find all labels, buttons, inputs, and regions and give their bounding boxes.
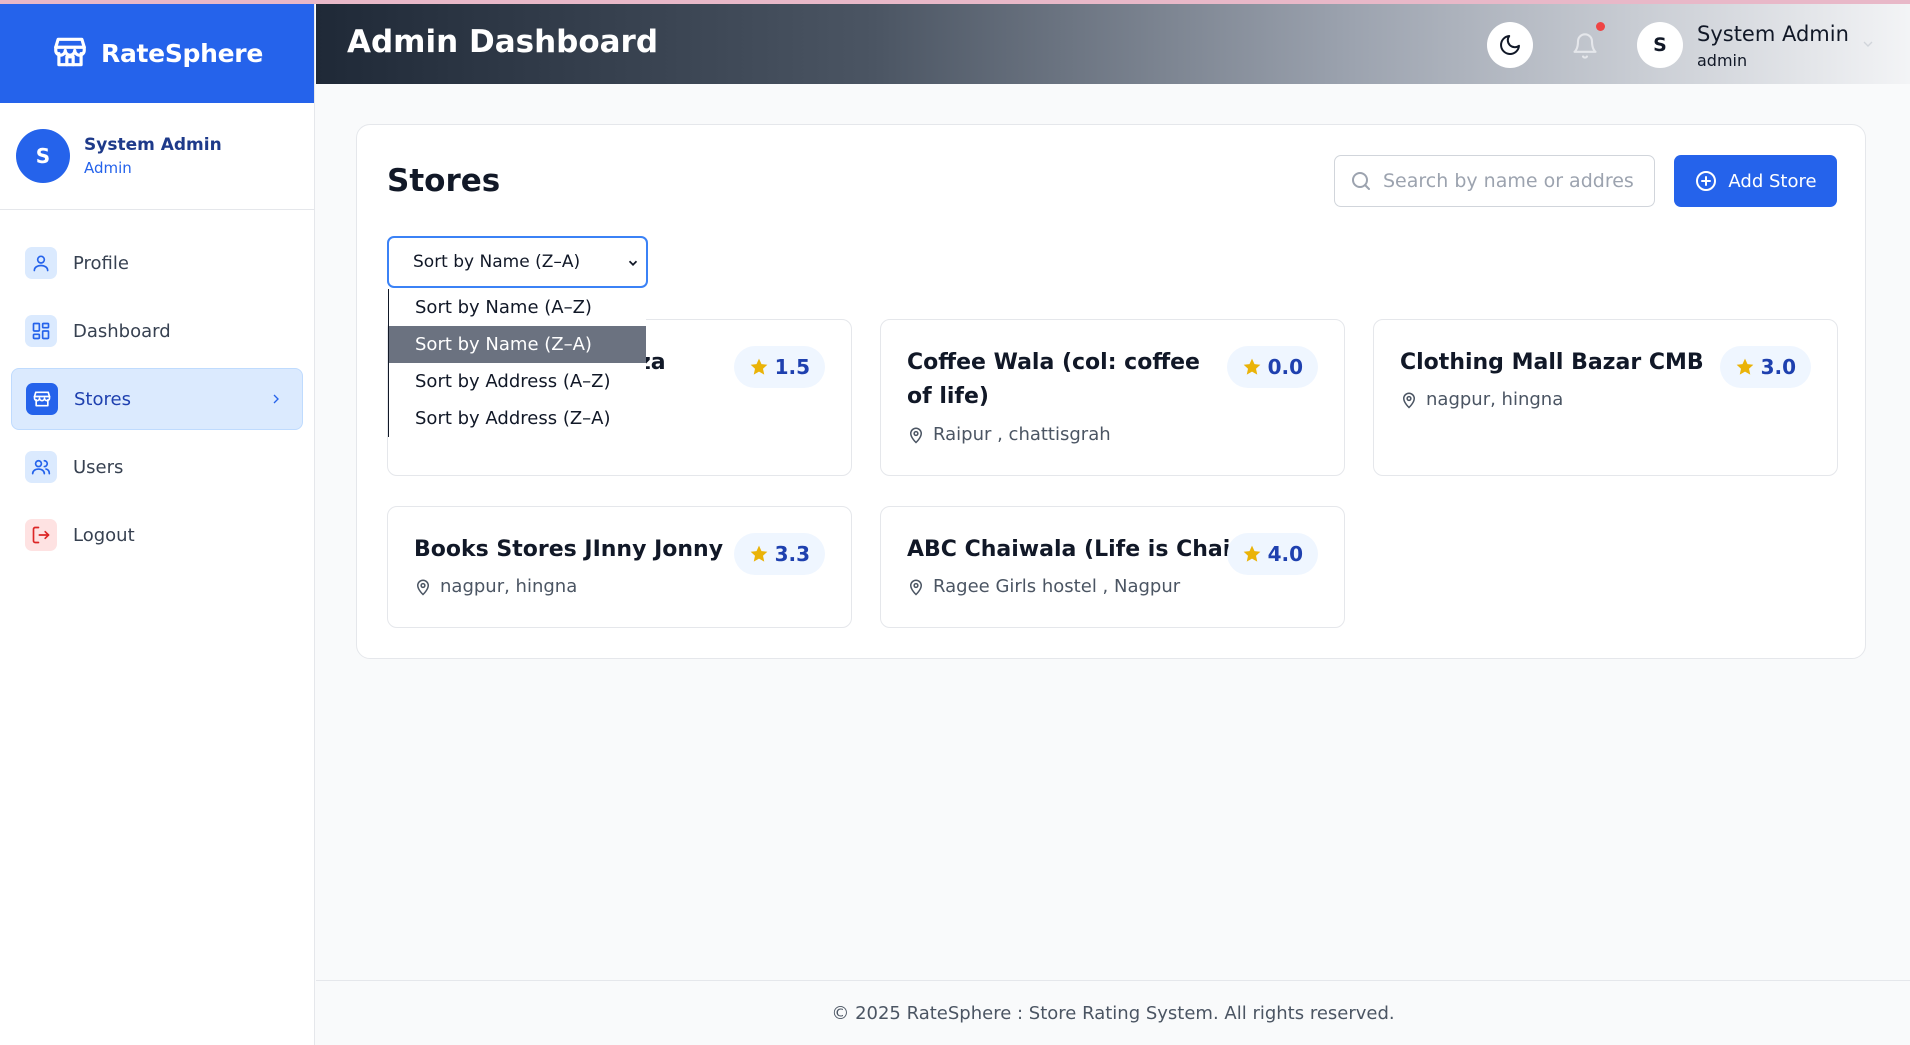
notification-dot [1596,22,1605,31]
sidebar-user-card: S System Admin Admin [0,103,314,210]
search-input[interactable] [1383,170,1633,192]
chevron-down-icon [628,260,638,266]
star-icon [750,545,767,562]
store-name: Coffee Wala (col: coffee of life) [907,350,1200,409]
store-address-text: Raipur , chattisgrah [933,424,1111,445]
page-title: Admin Dashboard [347,24,659,60]
sidebar-item-stores[interactable]: Stores [11,368,303,430]
search-box[interactable] [1334,155,1655,207]
grid-icon [25,315,57,347]
sidebar-item-label: Stores [74,388,131,410]
top-header: Admin Dashboard S System Admin admin [316,4,1910,84]
sidebar-item-logout[interactable]: Logout [11,504,303,566]
sidebar-nav: Profile Dashboard Stores Users Logout [0,210,314,566]
rating-badge: 3.3 [733,533,825,575]
star-icon [750,358,767,375]
footer-text: © 2025 RateSphere : Store Rating System.… [831,1002,1395,1024]
store-card[interactable]: Clothing Mall Bazar CMB 3.0 nagpur, hing… [1373,319,1838,476]
store-name: Clothing Mall Bazar CMB [1400,350,1704,375]
star-icon [1243,358,1260,375]
store-logo-icon [51,33,89,75]
map-pin-icon [1402,392,1416,409]
store-name: Books Stores JInny Jonny [414,537,724,562]
rating-badge: 3.0 [1719,346,1811,388]
rating-value: 0.0 [1267,355,1303,379]
users-icon [25,451,57,483]
section-title: Stores [387,163,501,199]
store-address-text: nagpur, hingna [440,576,578,597]
sort-option[interactable]: Sort by Address (A–Z) [389,363,646,400]
star-icon [1243,545,1260,562]
store-address: nagpur, hingna [1400,389,1563,410]
store-card[interactable]: Coffee Wala (col: coffee of life) 0.0 Ra… [880,319,1345,476]
rating-value: 4.0 [1267,542,1303,566]
sidebar: RateSphere S System Admin Admin Profile … [0,4,315,1045]
sidebar-item-label: Profile [73,252,129,274]
sort-option[interactable]: Sort by Address (Z–A) [389,400,646,437]
add-store-label: Add Store [1728,170,1817,192]
rating-value: 1.5 [774,355,810,379]
brand-header[interactable]: RateSphere [0,4,314,103]
avatar: S [16,129,70,183]
rating-badge: 1.5 [733,346,825,388]
rating-value: 3.0 [1760,355,1796,379]
app-root: RateSphere S System Admin Admin Profile … [0,4,1910,1045]
sidebar-item-profile[interactable]: Profile [11,232,303,294]
avatar[interactable]: S [1637,22,1683,68]
sort-selected-value: Sort by Name (Z–A) [413,252,581,272]
stores-panel: Stores Add Store Sort by Name (Z–A) Sort… [356,124,1866,659]
star-icon [1736,358,1753,375]
store-address: Ragee Girls hostel , Nagpur [907,576,1180,597]
rating-value: 3.3 [774,542,810,566]
sort-option[interactable]: Sort by Name (A–Z) [389,289,646,326]
plus-circle-icon [1696,171,1717,191]
store-card[interactable]: Books Stores JInny Jonny 3.3 nagpur, hin… [387,506,852,628]
store-name: ABC Chaiwala (Life is Chai ) [907,537,1248,562]
user-icon [25,247,57,279]
map-pin-icon [909,579,923,596]
sort-option[interactable]: Sort by Name (Z–A) [389,326,646,363]
sidebar-user-name: System Admin [84,135,222,155]
sort-select[interactable]: Sort by Name (Z–A) [387,236,648,288]
store-card[interactable]: ABC Chaiwala (Life is Chai ) 4.0 Ragee G… [880,506,1345,628]
sort-dropdown: Sort by Name (A–Z) Sort by Name (Z–A) So… [388,289,646,437]
store-address: Raipur , chattisgrah [907,424,1111,445]
chevron-right-icon [273,394,279,404]
theme-toggle-button[interactable] [1487,22,1533,68]
rating-badge: 0.0 [1226,346,1318,388]
sidebar-item-dashboard[interactable]: Dashboard [11,300,303,362]
logout-icon [25,519,57,551]
sidebar-item-users[interactable]: Users [11,436,303,498]
sidebar-user-role: Admin [84,159,132,177]
store-address-text: Ragee Girls hostel , Nagpur [933,576,1181,597]
header-user-name[interactable]: System Admin [1697,22,1849,46]
store-address-text: nagpur, hingna [1426,389,1564,410]
moon-icon [1500,35,1520,55]
bell-icon[interactable] [1571,32,1599,60]
chevron-down-icon[interactable] [1860,36,1876,52]
footer: © 2025 RateSphere : Store Rating System.… [316,980,1910,1045]
add-store-button[interactable]: Add Store [1674,155,1837,207]
search-icon [1352,172,1370,190]
header-user-role: admin [1697,51,1748,70]
sidebar-item-label: Dashboard [73,320,171,342]
sidebar-item-label: Logout [73,524,135,546]
brand-name: RateSphere [101,39,263,68]
store-address: nagpur, hingna [414,576,577,597]
store-icon [26,383,58,415]
sidebar-item-label: Users [73,456,124,478]
rating-badge: 4.0 [1226,533,1318,575]
map-pin-icon [909,427,923,444]
map-pin-icon [416,579,430,596]
